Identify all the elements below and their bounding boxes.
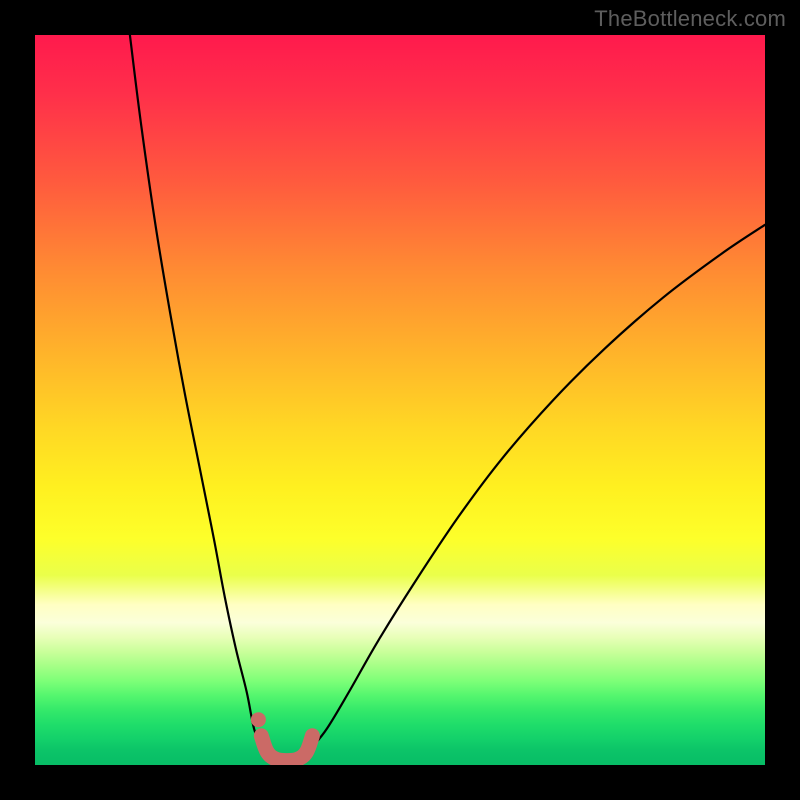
valley-u-marker	[261, 736, 312, 761]
chart-frame: TheBottleneck.com	[0, 0, 800, 800]
watermark-text: TheBottleneck.com	[594, 6, 786, 32]
curve-layer	[35, 35, 765, 765]
left-branch	[130, 35, 261, 747]
right-branch	[312, 225, 765, 747]
plot-area	[35, 35, 765, 765]
valley-dot	[251, 712, 266, 727]
